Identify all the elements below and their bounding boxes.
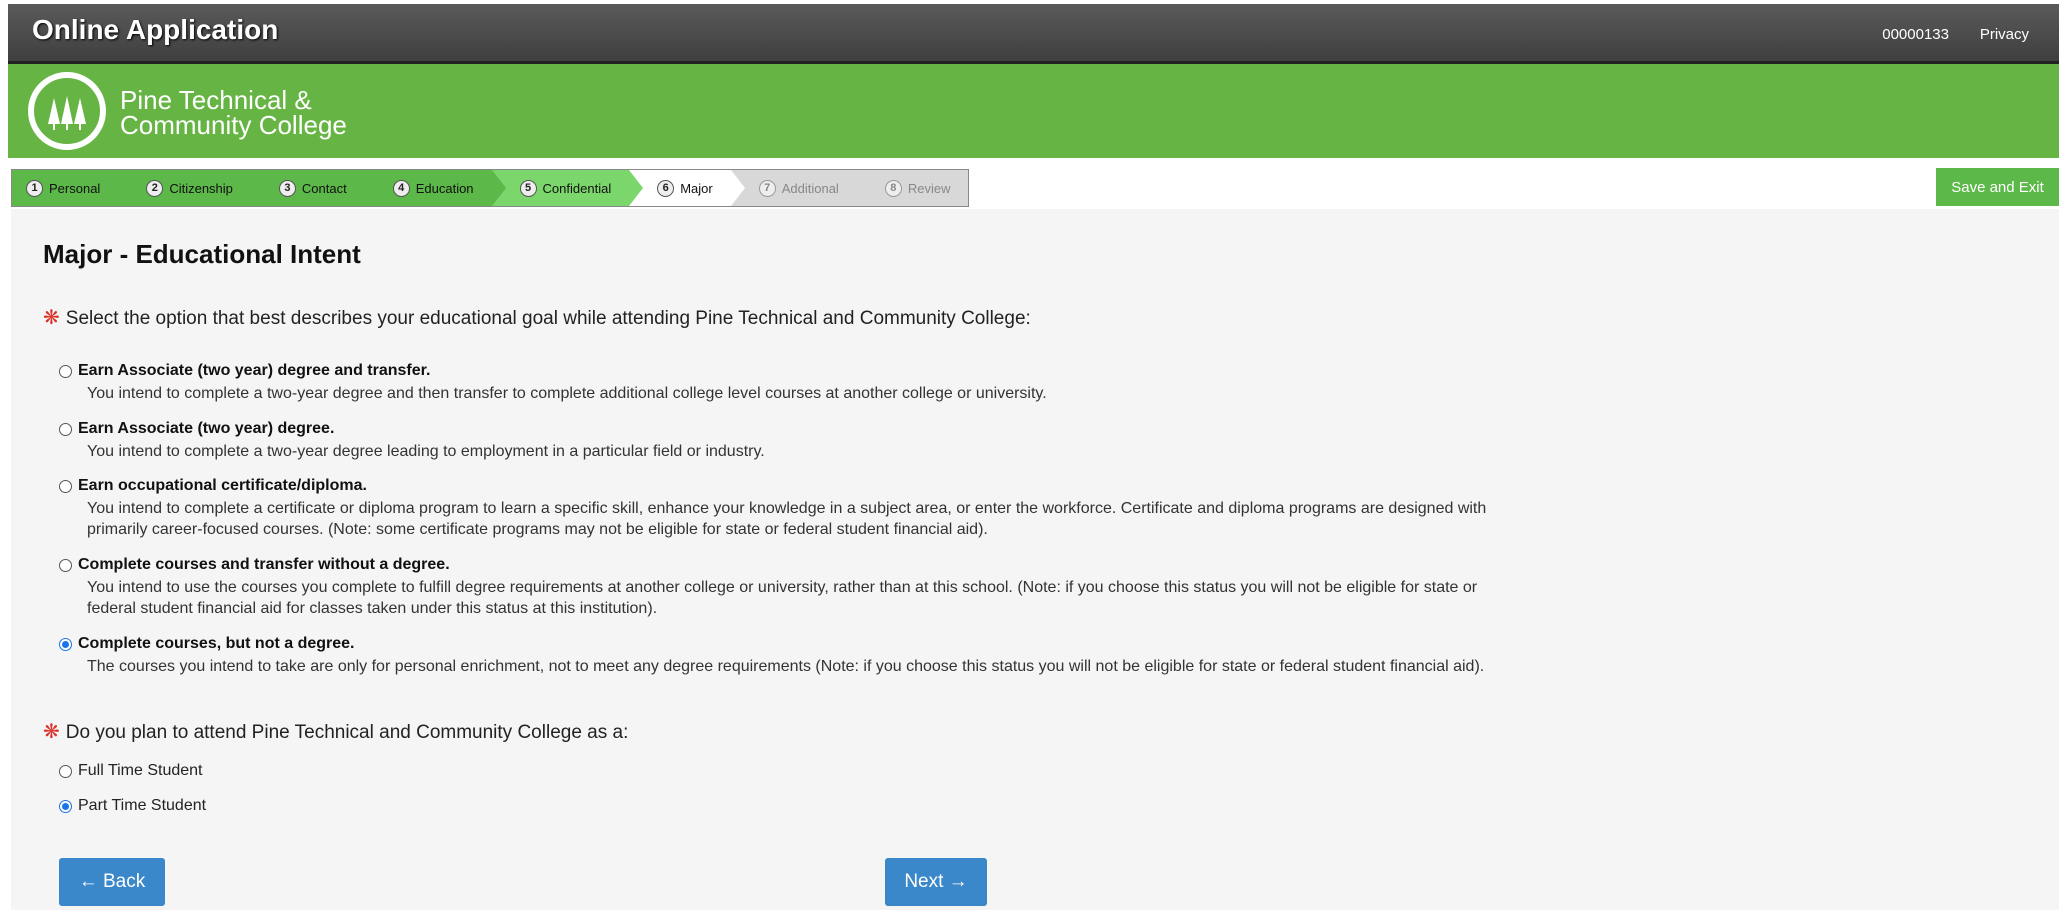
application-id: 00000133 <box>1882 26 1949 43</box>
radio-button[interactable] <box>59 480 72 493</box>
step-education[interactable]: 4 Education <box>364 170 506 206</box>
step-major[interactable]: 6 Major <box>629 170 745 206</box>
top-bar: Online Application 00000133 Privacy <box>8 4 2059 64</box>
college-name: Pine Technical & Community College <box>120 85 347 140</box>
required-icon: ❋ <box>43 721 60 743</box>
goal-option-courses-no-degree[interactable]: Complete courses, but not a degree. <box>59 635 355 653</box>
step-contact[interactable]: 3 Contact <box>250 170 379 206</box>
step-review: 8 Review <box>856 170 969 206</box>
college-banner: Pine Technical & Community College <box>8 64 2059 158</box>
option-description: You intend to use the courses you comple… <box>87 579 1478 617</box>
goal-option-certificate[interactable]: Earn occupational certificate/diploma. <box>59 477 367 495</box>
radio-button[interactable] <box>59 423 72 436</box>
progress-stepper: 1 Personal 2 Citizenship 3 Contact 4 Educati… <box>11 169 970 207</box>
option-description: You intend to complete a certificate or … <box>87 500 1487 538</box>
page-title: Major - Educational Intent <box>43 239 361 269</box>
step-confidential[interactable]: 5 Confidential <box>491 170 643 206</box>
goal-option-transfer-no-degree[interactable]: Complete courses and transfer without a … <box>59 556 450 574</box>
part-time-option[interactable]: Part Time Student <box>59 797 206 815</box>
educational-goal-question: ❋ Select the option that best describes y… <box>43 307 1031 329</box>
save-and-exit-button[interactable]: Save and Exit <box>1936 168 2059 206</box>
goal-option-associate[interactable]: Earn Associate (two year) degree. <box>59 420 334 438</box>
back-button[interactable]: ← Back <box>59 858 165 906</box>
option-description: You intend to complete a two-year degree… <box>87 443 765 460</box>
next-button[interactable]: Next → <box>885 858 987 906</box>
college-logo-icon <box>28 72 106 150</box>
step-additional: 7 Additional <box>730 170 871 206</box>
radio-button[interactable] <box>59 559 72 572</box>
privacy-link[interactable]: Privacy <box>1980 26 2029 43</box>
attendance-question: ❋ Do you plan to attend Pine Technical an… <box>43 721 629 743</box>
radio-button-selected[interactable] <box>59 638 72 651</box>
full-time-option[interactable]: Full Time Student <box>59 762 203 780</box>
option-description: You intend to complete a two-year degree… <box>87 385 1047 402</box>
main-content: Major - Educational Intent ❋ Select the o… <box>11 209 2059 910</box>
radio-button-selected[interactable] <box>59 800 72 813</box>
radio-button[interactable] <box>59 765 72 778</box>
goal-option-associate-transfer[interactable]: Earn Associate (two year) degree and tra… <box>59 362 430 380</box>
option-description: The courses you intend to take are only … <box>87 658 1485 675</box>
step-citizenship[interactable]: 2 Citizenship <box>118 170 265 206</box>
app-title: Online Application <box>32 14 279 45</box>
required-icon: ❋ <box>43 307 60 329</box>
radio-button[interactable] <box>59 365 72 378</box>
step-personal[interactable]: 1 Personal <box>12 170 133 206</box>
